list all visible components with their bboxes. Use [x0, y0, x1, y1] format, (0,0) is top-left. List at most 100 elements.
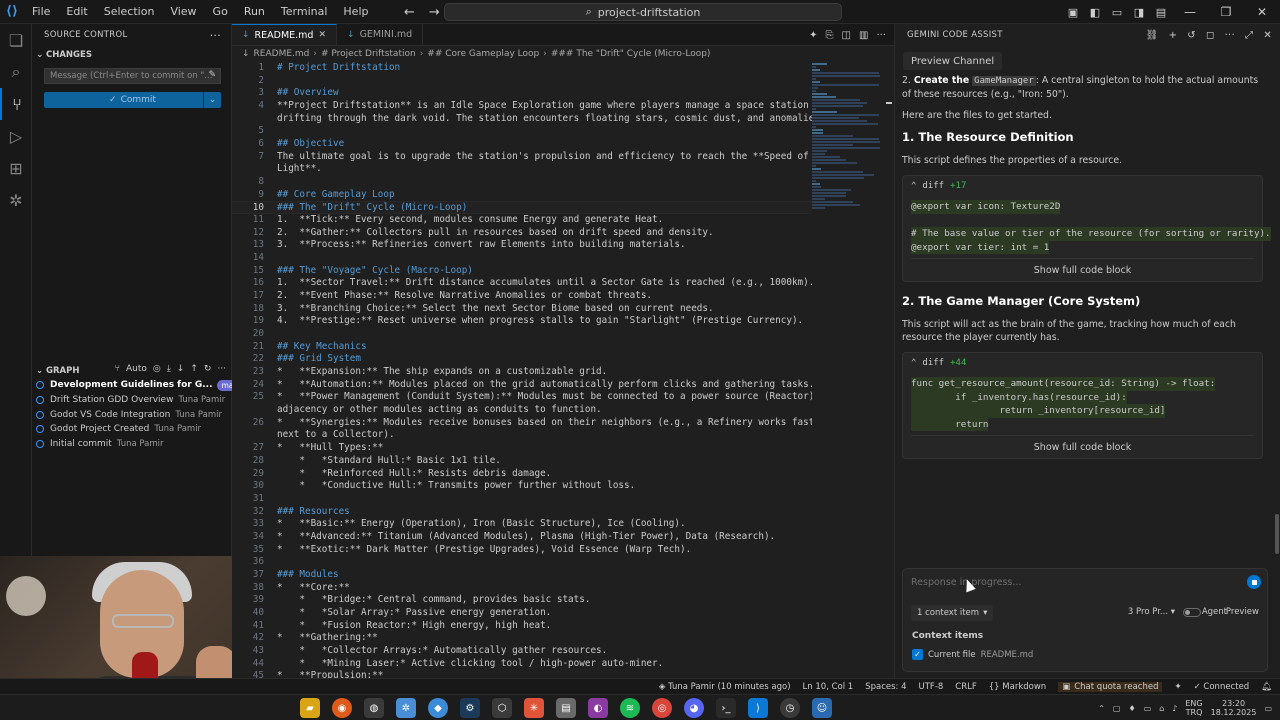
- discord-icon[interactable]: ◕: [684, 698, 704, 718]
- figma-icon[interactable]: ◐: [588, 698, 608, 718]
- customize-layout-icon[interactable]: ▤: [1152, 3, 1170, 21]
- input-language[interactable]: ENG TRQ: [1185, 699, 1202, 717]
- code-editor[interactable]: 1 # Project Driftstation 2 3 ## Overview 4 **P…: [232, 62, 812, 678]
- close-tab-icon[interactable]: ✕: [318, 30, 326, 40]
- notepad-icon[interactable]: ▤: [556, 698, 576, 718]
- push-icon[interactable]: ↑: [190, 364, 198, 374]
- history-icon[interactable]: ↺: [1187, 30, 1196, 41]
- gemini-icon[interactable]: ✲: [0, 184, 32, 216]
- back-arrow-icon[interactable]: ←: [404, 5, 415, 20]
- spotify-icon[interactable]: ≋: [620, 698, 640, 718]
- menu-item-selection[interactable]: Selection: [96, 0, 163, 24]
- close-icon[interactable]: ✕: [1263, 30, 1272, 41]
- model-selector[interactable]: 3 Pro Pr... ▾: [1128, 607, 1175, 617]
- chat-quota-badge[interactable]: ▣ Chat quota reached: [1058, 682, 1163, 692]
- link-icon[interactable]: ⛓: [1146, 30, 1159, 41]
- graph-auto-label[interactable]: Auto: [126, 364, 147, 374]
- scrollbar-thumb[interactable]: [886, 102, 892, 104]
- connection-status[interactable]: ✓ Connected: [1194, 682, 1250, 692]
- chat-input-box[interactable]: Response in progress... 1 context item ▾…: [902, 568, 1268, 672]
- extensions-icon[interactable]: ⊞: [0, 152, 32, 184]
- commit-row[interactable]: Drift Station GDD Overview Tuna Pamir: [32, 393, 232, 408]
- more-actions-icon[interactable]: ···: [210, 29, 221, 42]
- network-icon[interactable]: ⌂: [1159, 704, 1164, 713]
- open-preview-icon[interactable]: ◫: [842, 30, 851, 41]
- steam-icon[interactable]: ⚙︎: [460, 698, 480, 718]
- volume-icon[interactable]: ♪: [1172, 704, 1177, 713]
- commit-row[interactable]: Godot Project Created Tuna Pamir: [32, 422, 232, 437]
- cursor-position[interactable]: Ln 10, Col 1: [803, 682, 854, 692]
- notifications-bell-icon[interactable]: 🔔︎: [1261, 682, 1272, 692]
- stop-generation-button[interactable]: [1247, 575, 1261, 589]
- fetch-icon[interactable]: ⤓: [167, 364, 171, 374]
- split-editor-icon[interactable]: ▥: [859, 30, 868, 41]
- maximize-icon[interactable]: ⤢: [1245, 30, 1253, 41]
- scrollbar-thumb[interactable]: [1275, 514, 1279, 554]
- breadcrumb-item[interactable]: README.md: [254, 49, 310, 59]
- tray-chevron-icon[interactable]: ⌃: [1098, 704, 1105, 713]
- copilot-icon[interactable]: ▣: [1064, 3, 1082, 21]
- editor-tab[interactable]: ↓ README.md ✕: [232, 24, 338, 45]
- commit-button[interactable]: ✓ Commit ⌄: [44, 92, 221, 108]
- commit-dropdown-chevron-icon[interactable]: ⌄: [203, 92, 221, 108]
- run-debug-icon[interactable]: ▷: [0, 120, 32, 152]
- claude-icon[interactable]: ✳: [524, 698, 544, 718]
- checkbox-checked-icon[interactable]: ✓: [912, 649, 923, 660]
- clock-app-icon[interactable]: ◷: [780, 698, 800, 718]
- breadcrumb-item[interactable]: ## Core Gameplay Loop: [427, 49, 539, 59]
- notification-center-icon[interactable]: ▭: [1264, 704, 1272, 713]
- editor-scrollbar[interactable]: [884, 62, 894, 678]
- more-actions-icon[interactable]: ···: [876, 30, 886, 41]
- close-window-button[interactable]: ✕: [1244, 0, 1280, 24]
- generate-message-icon[interactable]: ✎: [208, 70, 216, 80]
- search-activity-icon[interactable]: ⌕: [0, 56, 32, 88]
- indentation[interactable]: Spaces: 4: [865, 682, 906, 692]
- commit-row[interactable]: Godot VS Code Integration Tuna Pamir: [32, 407, 232, 422]
- chat-scrollbar[interactable]: [1274, 74, 1280, 568]
- end-of-line[interactable]: CRLF: [955, 682, 976, 692]
- firefox-icon[interactable]: ◉: [332, 698, 352, 718]
- menu-item-help[interactable]: Help: [335, 0, 376, 24]
- commit-row[interactable]: Development Guidelines for G...main: [32, 378, 232, 393]
- minimap[interactable]: [812, 62, 884, 252]
- preview-channel-chip[interactable]: Preview Channel: [903, 52, 1003, 70]
- menu-item-run[interactable]: Run: [236, 0, 273, 24]
- restore-button[interactable]: ❐: [1208, 0, 1244, 24]
- menu-item-edit[interactable]: Edit: [58, 0, 95, 24]
- plus-icon[interactable]: +: [1169, 30, 1178, 41]
- code-block-header[interactable]: ⌃ diff +44: [903, 353, 1262, 373]
- command-center-search[interactable]: ⌕ project-driftstation: [444, 3, 842, 21]
- layout-panel-icon[interactable]: ▭: [1108, 3, 1126, 21]
- commit-row[interactable]: Initial commit Tuna Pamir: [32, 437, 232, 452]
- tray-app-icon[interactable]: ▢: [1113, 704, 1121, 713]
- more-icon[interactable]: ···: [217, 364, 226, 374]
- menu-item-go[interactable]: Go: [205, 0, 236, 24]
- commit-message-input[interactable]: Message (Ctrl+Enter to commit on "... ✎: [44, 68, 221, 84]
- slack-icon[interactable]: ✲: [396, 698, 416, 718]
- godot-icon[interactable]: ☺: [812, 698, 832, 718]
- target-icon[interactable]: ◎: [153, 364, 161, 374]
- layout-sidebar-left-icon[interactable]: ◧: [1086, 3, 1104, 21]
- terminal-icon[interactable]: ›_: [716, 698, 736, 718]
- expand-chevron-icon[interactable]: ⌃: [911, 181, 916, 191]
- changes-section[interactable]: ⌄ CHANGES: [32, 46, 231, 64]
- layout-sidebar-right-icon[interactable]: ◨: [1130, 3, 1148, 21]
- editor-tab[interactable]: ↓ GEMINI.md: [337, 24, 424, 45]
- git-blame[interactable]: ◈ Tuna Pamir (10 minutes ago): [659, 682, 791, 692]
- mic-icon[interactable]: ♦: [1128, 704, 1135, 713]
- more-icon[interactable]: ···: [1225, 30, 1235, 41]
- unity-icon[interactable]: ⬡: [492, 698, 512, 718]
- encoding[interactable]: UTF-8: [919, 682, 944, 692]
- sparkle-icon[interactable]: ✦: [809, 30, 817, 41]
- menu-item-file[interactable]: File: [24, 0, 58, 24]
- refresh-icon[interactable]: ↻: [204, 364, 212, 374]
- show-full-code-button[interactable]: Show full code block: [903, 436, 1262, 458]
- menu-item-view[interactable]: View: [162, 0, 204, 24]
- agent-toggle[interactable]: [1183, 608, 1201, 617]
- language-mode[interactable]: {} Markdown: [989, 682, 1046, 692]
- gemini-status-icon[interactable]: ✦: [1174, 682, 1181, 692]
- chat-icon[interactable]: ◻: [1206, 30, 1215, 41]
- minimize-button[interactable]: —: [1172, 0, 1208, 24]
- show-full-code-button[interactable]: Show full code block: [903, 259, 1262, 281]
- code-block-header[interactable]: ⌃ diff +17: [903, 176, 1262, 196]
